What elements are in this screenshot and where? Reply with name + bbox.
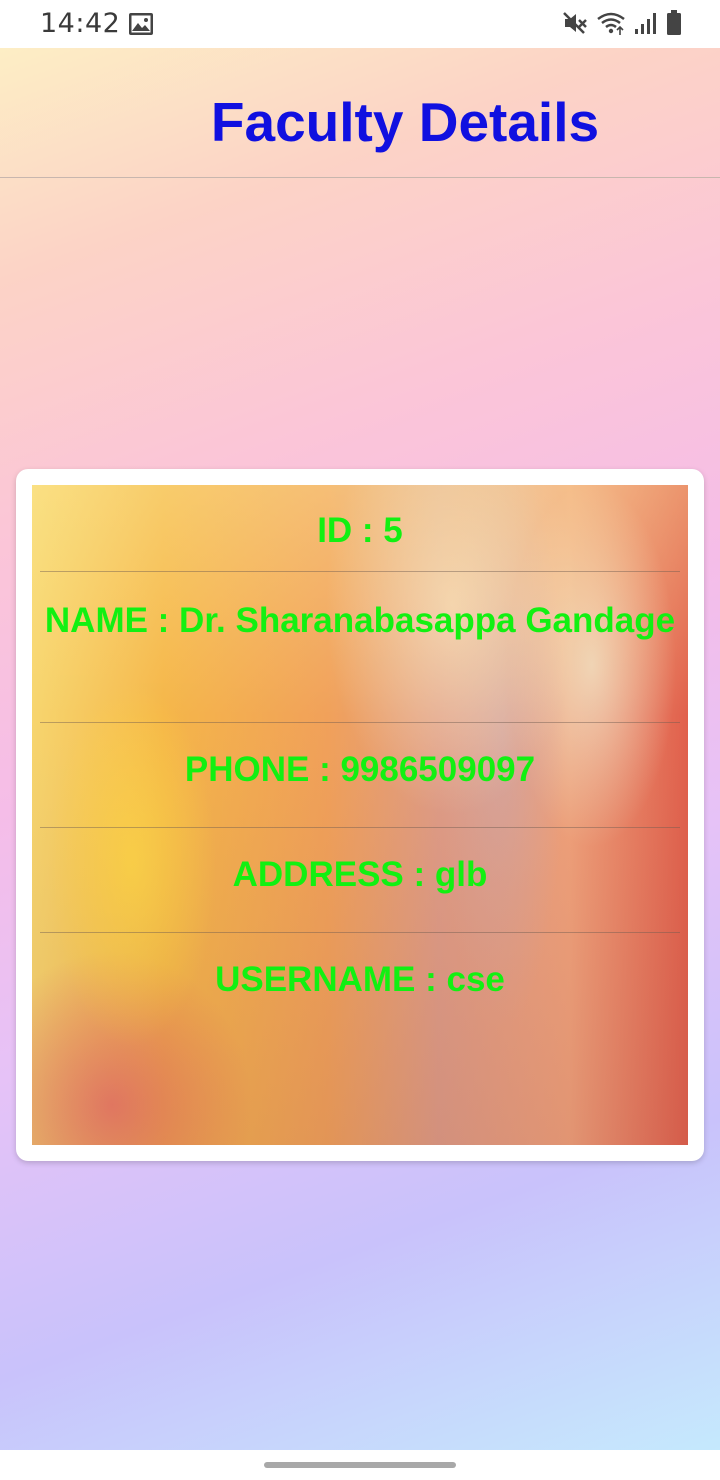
navigation-bar — [0, 1450, 720, 1480]
status-time: 14:42 — [40, 8, 121, 39]
home-indicator[interactable] — [264, 1462, 456, 1468]
faculty-username: USERNAME : cse — [215, 960, 505, 999]
title-divider — [0, 177, 720, 178]
signal-icon — [634, 11, 658, 40]
faculty-detail-list: ID : 5 NAME : Dr. Sharanabasappa Gandage… — [40, 485, 680, 1037]
faculty-card: ID : 5 NAME : Dr. Sharanabasappa Gandage… — [16, 469, 704, 1161]
image-icon — [128, 12, 154, 41]
wifi-icon — [596, 10, 626, 41]
faculty-name: NAME : Dr. Sharanabasappa Gandage — [44, 601, 676, 640]
faculty-id: ID : 5 — [317, 511, 403, 550]
status-bar: 14:42 — [0, 0, 720, 48]
faculty-address: ADDRESS : glb — [232, 855, 488, 894]
page-title: Faculty Details — [210, 91, 600, 153]
battery-icon — [666, 10, 682, 41]
mute-icon — [562, 10, 588, 41]
card-background-image: ID : 5 NAME : Dr. Sharanabasappa Gandage… — [32, 485, 688, 1145]
faculty-phone: PHONE : 9986509097 — [184, 750, 536, 789]
app-screen: Faculty Details ID : 5 NAME : Dr. Sharan… — [0, 48, 720, 1450]
